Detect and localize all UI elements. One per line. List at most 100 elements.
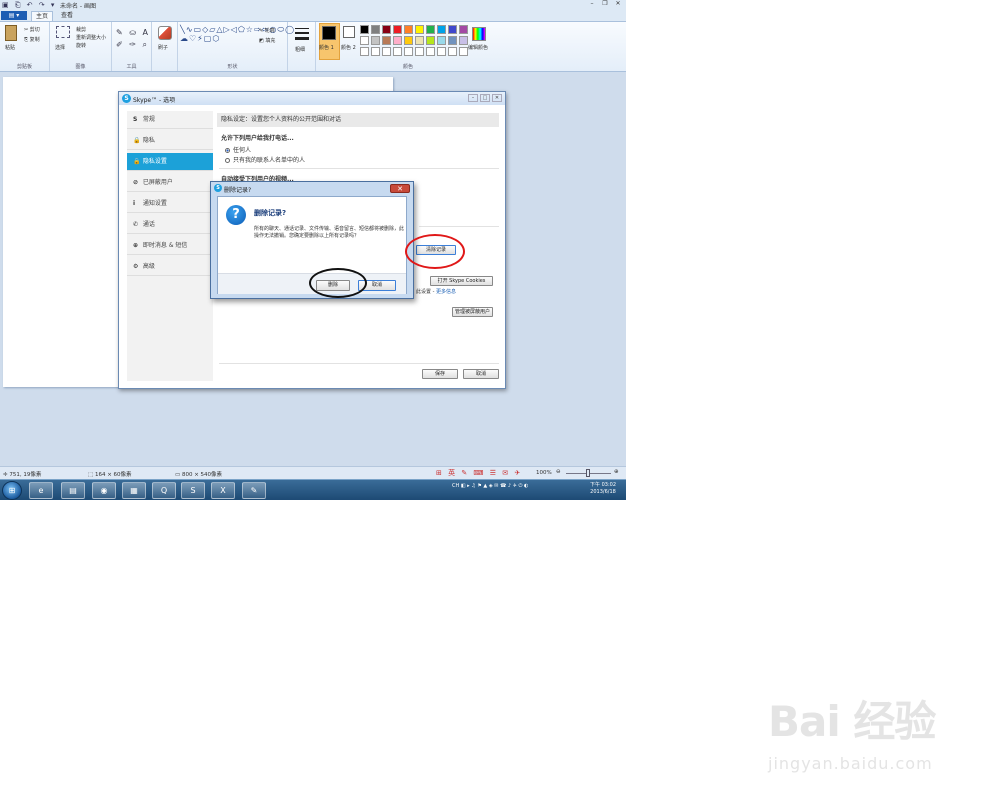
minimize-icon[interactable]: – [586,0,598,8]
file-menu-button[interactable]: ▤ ▾ [1,11,27,20]
chrome-icon[interactable]: ◉ [92,482,116,499]
color-swatch[interactable] [459,47,468,56]
sidebar-item-0[interactable]: S 常规 [127,111,213,129]
nav-icon: ⊘ [133,179,139,186]
sidebar-item-1[interactable]: 🔒 隐私 [127,132,213,150]
color-swatch[interactable] [459,25,468,34]
color-swatch[interactable] [448,25,457,34]
color-swatch[interactable] [426,47,435,56]
sidebar-item-2[interactable]: 🔒 隐私设置 [127,153,213,171]
restore-icon[interactable]: ❐ [599,0,611,8]
select-label[interactable]: 选择 [55,44,65,51]
cut-button[interactable]: ✂ 剪切 [24,26,40,33]
shapes-gallery[interactable]: ╲∿▭◇▱△▷◁⬠☆⇨⇦○⬭◯☁♡⚡▢⬡ [180,25,294,43]
size-label[interactable]: 粗细 [295,46,305,53]
brush-icon[interactable] [158,26,172,40]
color-swatch[interactable] [382,36,391,45]
color-swatch[interactable] [415,25,424,34]
color-swatch[interactable] [437,36,446,45]
color-swatch[interactable] [459,36,468,45]
sidebar-item-6[interactable]: ⊕ 即时消息 & 短信 [127,237,213,255]
tools-row-1[interactable]: ✎ ⛀ A [116,28,150,37]
black-highlight-circle [309,268,367,298]
color-swatch[interactable] [393,36,402,45]
paste-label[interactable]: 粘贴 [5,44,15,51]
color-swatch[interactable] [404,47,413,56]
tab-home[interactable]: 主页 [31,11,54,21]
color-swatch[interactable] [360,47,369,56]
color-swatch[interactable] [437,25,446,34]
color-swatch[interactable] [404,36,413,45]
color-swatch[interactable] [426,25,435,34]
sidebar-item-4[interactable]: i 通知设置 [127,195,213,213]
color-swatch[interactable] [371,36,380,45]
fill-button[interactable]: ◩ 填充 [259,37,275,44]
copy-icon: ⎘ [24,37,29,43]
color-swatch[interactable] [404,25,413,34]
maximize-icon[interactable]: □ [480,94,490,102]
ime-toolbar[interactable]: ⊞ 英 ✎ ⌨ ☰ ✉ ✈ [436,468,522,478]
edit-colors-icon[interactable] [472,27,486,41]
save-button[interactable]: 保存 [422,369,458,379]
copy-button[interactable]: ⎘ 复制 [24,36,40,43]
color-swatch[interactable] [360,36,369,45]
color-swatch[interactable] [415,36,424,45]
excel-icon[interactable]: X [211,482,235,499]
color-swatch[interactable] [393,25,402,34]
rotate-button[interactable]: 旋转 [76,42,86,49]
sidebar-item-7[interactable]: ⚙ 高级 [127,258,213,276]
color2-swatch[interactable] [343,26,355,38]
crosshair-icon: ✛ [3,472,8,478]
color1-label: 颜色 1 [319,45,334,51]
ie-icon[interactable]: e [29,482,53,499]
minimize-icon[interactable]: – [468,94,478,102]
start-button[interactable]: ⊞ [2,481,22,500]
tool-icon[interactable]: ✎ [242,482,266,499]
color-swatch[interactable] [415,47,424,56]
color2-label[interactable]: 颜色 2 [341,44,356,51]
color-swatch[interactable] [382,47,391,56]
more-info-line: 此设置 - 更多信息 [416,289,457,295]
zoom-in-icon[interactable]: ⊕ [614,469,619,475]
sidebar-item-5[interactable]: ✆ 通话 [127,216,213,234]
close-icon[interactable]: ✕ [492,94,502,102]
resize-button[interactable]: 重新调整大小 [76,34,106,41]
tools-row-2[interactable]: ✐ ✑ ⌕ [116,40,149,50]
outline-button[interactable]: ✎ 轮廓 [259,27,275,34]
color-swatch[interactable] [448,47,457,56]
open-cookies-button[interactable]: 打开 Skype Cookies [430,276,493,286]
color-swatch[interactable] [360,25,369,34]
explorer-icon[interactable]: ▤ [61,482,85,499]
tab-view[interactable]: 查看 [57,11,77,21]
close-icon[interactable]: ✕ [612,0,624,8]
brushes-label[interactable]: 刷子 [158,44,168,51]
color-swatch[interactable] [437,47,446,56]
radio-contacts-only[interactable]: 只有我的联系人名单中的人 [225,155,305,164]
quick-access-toolbar[interactable]: ▣ ⎗ ↶ ↷ ▾ [2,1,56,10]
sidebar-item-3[interactable]: ⊘ 已屏蔽用户 [127,174,213,192]
more-info-link[interactable]: 更多信息 [436,289,456,295]
paste-icon[interactable] [5,25,17,41]
select-icon[interactable] [56,26,70,38]
color-swatch[interactable] [426,36,435,45]
paint-icon[interactable]: ▦ [122,482,146,499]
radio-anyone[interactable]: 任何人 [225,145,251,154]
edit-colors-label[interactable]: 编辑颜色 [468,44,488,51]
zoom-out-icon[interactable]: ⊖ [556,469,561,475]
manage-blocked-button[interactable]: 管理被屏蔽用户 [452,307,493,317]
system-tray[interactable]: CH ◧ ▸ ♫ ⚑ ▲ ◈ ✉ ☎ ♪ ✈ ⏻ ◐ [452,483,528,489]
group-label-clipboard: 剪贴板 [16,64,32,70]
qq-icon[interactable]: Q [152,482,176,499]
color-swatch[interactable] [382,25,391,34]
cancel-button[interactable]: 取消 [463,369,499,379]
color-swatch[interactable] [448,36,457,45]
zoom-slider-knob[interactable] [586,469,590,477]
screenshot: ▣ ⎗ ↶ ↷ ▾ 未命名 - 画图 – ❐ ✕ ▤ ▾ 主页 查看 粘贴 ✂ 剪切… [0,0,626,500]
color-swatch[interactable] [371,47,380,56]
clock[interactable]: 下午 03:02 2013/6/18 [584,482,622,496]
close-icon[interactable]: ✕ [390,184,410,193]
skype-icon[interactable]: S [181,482,205,499]
color-swatch[interactable] [371,25,380,34]
crop-button[interactable]: 裁剪 [76,26,86,33]
color-swatch[interactable] [393,47,402,56]
